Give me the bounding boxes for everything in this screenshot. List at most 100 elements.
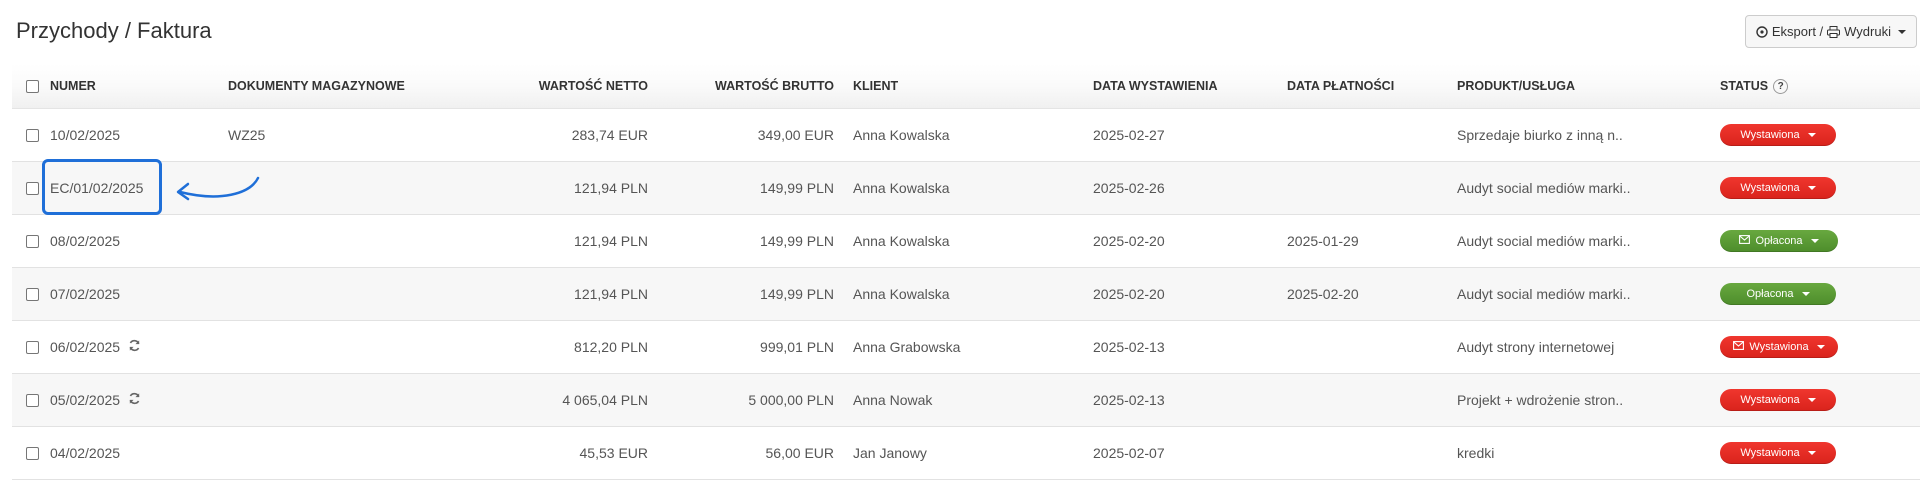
chevron-down-icon bbox=[1816, 345, 1825, 349]
row-checkbox[interactable] bbox=[26, 340, 39, 354]
page-title: Przychody / Faktura bbox=[16, 18, 212, 43]
table-row[interactable]: 10/02/2025 WZ25 283,74 EUR 349,00 EUR Anna K… bbox=[12, 109, 1920, 162]
header-status-label[interactable]: STATUS bbox=[1720, 79, 1768, 93]
status-dropdown-button[interactable]: Wystawiona bbox=[1720, 177, 1836, 199]
envelope-icon bbox=[1739, 235, 1751, 247]
gross-value-cell: 149,99 PLN bbox=[760, 286, 834, 302]
table-row[interactable]: 05/02/2025 4 065,04 PLN 5 000,00 PLN Anna N… bbox=[12, 374, 1920, 427]
net-value-cell: 283,74 EUR bbox=[571, 127, 648, 143]
row-checkbox[interactable] bbox=[26, 128, 39, 142]
table-row[interactable]: 06/02/2025 812,20 PLN 999,01 PLN Anna Grabo… bbox=[12, 321, 1920, 374]
gross-value-cell: 349,00 EUR bbox=[757, 127, 834, 143]
table-row[interactable]: EC/01/02/2025 121,94 PLN 149,99 PLN Anna Ko… bbox=[12, 162, 1920, 215]
issue-date-cell: 2025-02-27 bbox=[1093, 127, 1165, 143]
product-cell: Audyt social mediów marki.. bbox=[1457, 286, 1631, 302]
product-cell: kredki bbox=[1457, 445, 1495, 461]
header-klient[interactable]: KLIENT bbox=[853, 64, 898, 108]
product-cell: Projekt + wdrożenie stron.. bbox=[1457, 392, 1624, 408]
chevron-down-icon bbox=[1898, 29, 1906, 34]
status-dropdown-button[interactable]: Wystawiona bbox=[1720, 124, 1836, 146]
table-body: 10/02/2025 WZ25 283,74 EUR 349,00 EUR Anna K… bbox=[12, 109, 1920, 480]
issue-date-cell: 2025-02-07 bbox=[1093, 445, 1165, 461]
header-produkt[interactable]: PRODUKT/USŁUGA bbox=[1457, 64, 1575, 108]
recurring-icon bbox=[128, 392, 141, 408]
help-icon[interactable]: ? bbox=[1773, 78, 1789, 94]
net-value-cell: 121,94 PLN bbox=[574, 180, 648, 196]
net-value-cell: 121,94 PLN bbox=[574, 233, 648, 249]
invoice-number-link[interactable]: 07/02/2025 bbox=[50, 286, 120, 302]
chevron-down-icon bbox=[1807, 186, 1816, 190]
info-circle-icon bbox=[1756, 25, 1768, 38]
client-cell: Anna Kowalska bbox=[853, 180, 950, 196]
status-label: Wystawiona bbox=[1740, 182, 1800, 194]
invoice-table: NUMER DOKUMENTY MAGAZYNOWE WARTOŚĆ NETTO… bbox=[12, 64, 1920, 480]
product-cell: Audyt strony internetowej bbox=[1457, 339, 1615, 355]
status-label: Opłacona bbox=[1755, 235, 1803, 247]
net-value-cell: 4 065,04 PLN bbox=[562, 392, 648, 408]
gross-value-cell: 5 000,00 PLN bbox=[748, 392, 834, 408]
status-dropdown-button[interactable]: Opłacona bbox=[1720, 230, 1838, 252]
header-data-platnosci[interactable]: DATA PŁATNOŚCI bbox=[1287, 64, 1394, 108]
payment-date-cell: 2025-01-29 bbox=[1287, 233, 1359, 249]
issue-date-cell: 2025-02-20 bbox=[1093, 233, 1165, 249]
client-cell: Anna Kowalska bbox=[853, 127, 950, 143]
table-row[interactable]: 07/02/2025 121,94 PLN 149,99 PLN Anna Kowal… bbox=[12, 268, 1920, 321]
invoice-number-link[interactable]: 08/02/2025 bbox=[50, 233, 120, 249]
export-print-button[interactable]: Eksport / Wydruki bbox=[1744, 15, 1917, 48]
status-dropdown-button[interactable]: Wystawiona bbox=[1720, 336, 1838, 358]
row-checkbox[interactable] bbox=[26, 393, 39, 407]
status-dropdown-button[interactable]: Wystawiona bbox=[1720, 442, 1836, 464]
client-cell: Jan Janowy bbox=[853, 445, 927, 461]
table-header: NUMER DOKUMENTY MAGAZYNOWE WARTOŚĆ NETTO… bbox=[12, 64, 1920, 109]
net-value-cell: 121,94 PLN bbox=[574, 286, 648, 302]
status-dropdown-button[interactable]: Wystawiona bbox=[1720, 389, 1836, 411]
issue-date-cell: 2025-02-20 bbox=[1093, 286, 1165, 302]
invoice-number-link[interactable]: 05/02/2025 bbox=[50, 392, 120, 408]
table-row[interactable]: 08/02/2025 121,94 PLN 149,99 PLN Anna Kowal… bbox=[12, 215, 1920, 268]
header-status: STATUS ? bbox=[1720, 64, 1789, 108]
status-label: Wystawiona bbox=[1740, 129, 1800, 141]
status-dropdown-button[interactable]: Opłacona bbox=[1720, 283, 1836, 305]
table-row[interactable]: 04/02/2025 45,53 EUR 56,00 EUR Jan Janowy 20… bbox=[12, 427, 1920, 480]
client-cell: Anna Kowalska bbox=[853, 286, 950, 302]
issue-date-cell: 2025-02-26 bbox=[1093, 180, 1165, 196]
header-netto[interactable]: WARTOŚĆ NETTO bbox=[432, 64, 648, 108]
status-label: Wystawiona bbox=[1740, 394, 1800, 406]
header-brutto[interactable]: WARTOŚĆ BRUTTO bbox=[652, 64, 834, 108]
invoice-number-link[interactable]: 04/02/2025 bbox=[50, 445, 120, 461]
warehouse-docs-cell[interactable]: WZ25 bbox=[228, 109, 265, 161]
issue-date-cell: 2025-02-13 bbox=[1093, 339, 1165, 355]
row-checkbox[interactable] bbox=[26, 181, 39, 195]
row-checkbox[interactable] bbox=[26, 287, 39, 301]
select-all-checkbox[interactable] bbox=[26, 79, 39, 93]
print-label: Wydruki bbox=[1844, 24, 1891, 39]
gross-value-cell: 56,00 EUR bbox=[765, 445, 834, 461]
row-checkbox[interactable] bbox=[26, 234, 39, 248]
header-dokumenty[interactable]: DOKUMENTY MAGAZYNOWE bbox=[228, 64, 405, 108]
invoice-number-link[interactable]: 10/02/2025 bbox=[50, 127, 120, 143]
header-data-wystawienia[interactable]: DATA WYSTAWIENIA bbox=[1093, 64, 1218, 108]
client-cell: Anna Kowalska bbox=[853, 233, 950, 249]
chevron-down-icon bbox=[1807, 398, 1816, 402]
envelope-icon bbox=[1733, 341, 1745, 353]
gross-value-cell: 149,99 PLN bbox=[760, 180, 834, 196]
recurring-icon bbox=[128, 339, 141, 355]
export-label: Eksport / bbox=[1771, 24, 1824, 39]
row-checkbox[interactable] bbox=[26, 446, 39, 460]
chevron-down-icon bbox=[1810, 239, 1819, 243]
gross-value-cell: 149,99 PLN bbox=[760, 233, 834, 249]
status-label: Wystawiona bbox=[1740, 447, 1800, 459]
payment-date-cell: 2025-02-20 bbox=[1287, 286, 1359, 302]
status-label: Wystawiona bbox=[1749, 341, 1809, 353]
client-cell: Anna Nowak bbox=[853, 392, 933, 408]
invoice-number-link[interactable]: EC/01/02/2025 bbox=[50, 180, 143, 196]
product-cell: Audyt social mediów marki.. bbox=[1457, 180, 1631, 196]
product-cell: Sprzedaje biurko z inną n.. bbox=[1457, 127, 1623, 143]
chevron-down-icon bbox=[1807, 133, 1816, 137]
net-value-cell: 812,20 PLN bbox=[574, 339, 648, 355]
invoice-number-link[interactable]: 06/02/2025 bbox=[50, 339, 120, 355]
chevron-down-icon bbox=[1807, 451, 1816, 455]
header-numer[interactable]: NUMER bbox=[50, 64, 96, 108]
net-value-cell: 45,53 EUR bbox=[579, 445, 648, 461]
issue-date-cell: 2025-02-13 bbox=[1093, 392, 1165, 408]
